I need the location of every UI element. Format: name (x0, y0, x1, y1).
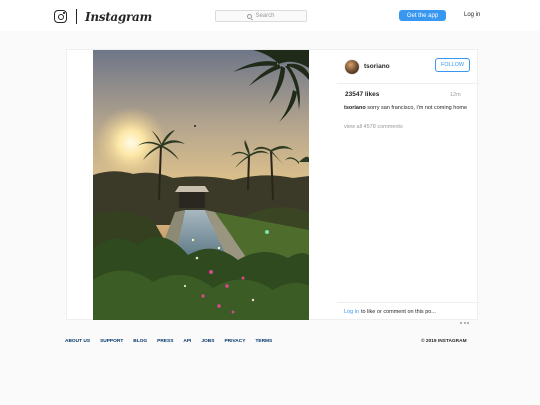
footer-link-jobs[interactable]: JOBS (201, 339, 214, 344)
search-placeholder: Search (255, 13, 275, 19)
post-caption: tsoriano sorry san francisco, i'm not co… (344, 104, 469, 112)
search-input[interactable]: Search (215, 10, 307, 22)
follow-button[interactable]: FOLLOW (435, 58, 470, 72)
view-all-comments-link[interactable]: view all 4578 comments (344, 124, 403, 130)
sunset-garden-image (93, 50, 309, 320)
brand-logo[interactable]: Instagram (54, 9, 152, 24)
footer-link-blog[interactable]: BLOG (133, 339, 147, 344)
footer-link-api[interactable]: API (183, 339, 191, 344)
post-time[interactable]: 12m (450, 92, 461, 98)
comment-prompt-text: to like or comment on this po... (361, 309, 436, 315)
top-navigation-bar: Instagram Search Get the app Log in (0, 0, 540, 31)
footer-link-support[interactable]: SUPPORT (100, 339, 123, 344)
footer-link-about[interactable]: ABOUT US (65, 339, 90, 344)
instagram-wordmark: Instagram (85, 9, 152, 24)
copyright-notice: © 2019 INSTAGRAM (421, 339, 467, 344)
likes-count[interactable]: 23547 likes (345, 91, 379, 98)
avatar[interactable] (344, 58, 360, 75)
footer-links: ABOUT US SUPPORT BLOG PRESS API JOBS PRI… (65, 339, 470, 344)
author-username[interactable]: tsoriano (364, 63, 390, 70)
more-options-icon[interactable] (460, 311, 471, 324)
divider (337, 83, 479, 84)
brand-divider (76, 9, 77, 24)
footer-link-press[interactable]: PRESS (157, 339, 173, 344)
login-link[interactable]: Log in (464, 12, 480, 18)
comment-prompt: Log in to like or comment on this po... (344, 309, 472, 315)
post-sidebar: tsoriano FOLLOW 23547 likes 12m tsoriano… (337, 50, 479, 324)
post-card: tsoriano FOLLOW 23547 likes 12m tsoriano… (66, 49, 479, 324)
caption-username[interactable]: tsoriano (344, 105, 366, 111)
search-icon (247, 13, 253, 19)
divider (337, 302, 479, 303)
footer-link-terms[interactable]: TERMS (255, 339, 272, 344)
caption-text: sorry san francisco, i'm not coming home (367, 105, 468, 111)
footer-link-privacy[interactable]: PRIVACY (224, 339, 245, 344)
post-photo[interactable] (93, 50, 309, 320)
camera-logo-icon (54, 10, 67, 23)
get-the-app-button[interactable]: Get the app (399, 10, 446, 21)
comment-login-link[interactable]: Log in (344, 309, 359, 315)
